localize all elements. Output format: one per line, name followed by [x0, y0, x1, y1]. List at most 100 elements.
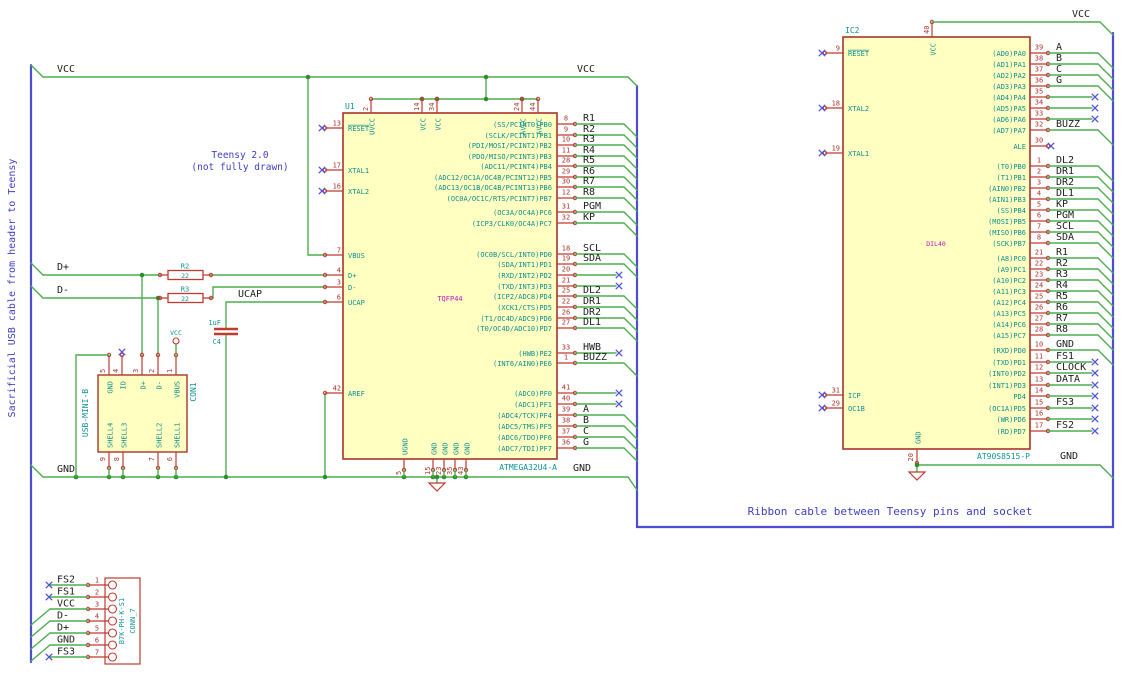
ic2-pin-number: 8	[1037, 234, 1041, 242]
net-label-d-: D-	[57, 611, 69, 622]
u1-pin-number: 43	[457, 467, 465, 475]
net-label-pgm: PGM	[1056, 210, 1074, 221]
ic2-pin-name: (AD7)PA7	[992, 127, 1026, 135]
ic2-pin-number: 14	[1035, 387, 1043, 395]
u1-pin-name: GND	[442, 442, 450, 455]
u1-pin-name: (SDA/INT1)PD1	[497, 261, 552, 269]
net-label-sda: SDA	[1056, 232, 1074, 243]
ic2-pin-number: 30	[1035, 137, 1043, 145]
ic2-pin-number: 21	[1035, 249, 1043, 257]
net-label-ucap: UCAP	[238, 289, 262, 300]
ic2-pin-name: (T1)PB1	[996, 174, 1026, 182]
ic2-footprint: DIL40	[926, 240, 946, 248]
u1-pin-name: (ADC4/TCK)PF4	[497, 412, 552, 420]
u1-pin-name: UCAP	[348, 299, 365, 307]
ic2-pin-name: XTAL2	[848, 105, 869, 113]
net-label-fs3: FS3	[57, 647, 75, 658]
ic2-pin-name: (AD5)PA5	[992, 105, 1026, 113]
net-label-vcc: VCC	[577, 64, 595, 75]
ic2-pin-number: 20	[907, 453, 915, 461]
ic2-pin-number: 24	[1035, 282, 1043, 290]
wire	[1047, 85, 1114, 102]
conn7-pin-pad	[107, 652, 118, 662]
net-label-dplus: D+	[57, 262, 69, 273]
net-label-b: B	[583, 415, 589, 426]
u1-pin-name: GND	[431, 442, 439, 455]
con1-pin-name: GND	[107, 381, 115, 394]
u1-pin-number: 23	[435, 467, 443, 475]
ic2-pin-number: 32	[1035, 121, 1043, 129]
ic2-pin-name: GND	[915, 431, 923, 444]
net-label-r6: R6	[1056, 302, 1068, 313]
u1-pin-number: 18	[562, 245, 570, 253]
ic2-pin-name: (TXD)PD1	[992, 359, 1026, 367]
u1-pin-number: 24	[513, 103, 521, 111]
u1-pin-number: 33	[562, 344, 570, 352]
ic2-pin-number: 2	[1037, 168, 1041, 176]
u1-pin-name: (ICP2/ADC8)PD4	[493, 293, 552, 301]
u1-pin-name: D-	[348, 284, 356, 292]
junction-dot	[305, 74, 311, 80]
ic2-pin-name: (INT1)PD3	[988, 382, 1026, 390]
ic2-pin-name: PD4	[1013, 393, 1026, 401]
ic2-pin-name: (OC1A)PD5	[988, 405, 1026, 413]
conn7-pin-number: 6	[95, 637, 99, 645]
u1-pin-number: 26	[562, 309, 570, 317]
note-teensy: (not fully drawn)	[191, 162, 288, 173]
ic2-pin-number: 27	[1035, 315, 1043, 323]
ic2-pin-name: (T0)PB0	[996, 163, 1026, 171]
net-label-vcc: VCC	[1072, 9, 1090, 20]
u1-pin-number: 44	[529, 103, 537, 111]
net-label-clock: CLOCK	[1056, 362, 1086, 373]
conn7-value: B7K-PH-K-S1	[118, 598, 126, 644]
con1-reference: CON1	[189, 382, 198, 401]
u1-pin-name: (XCK1/CTS)PD5	[497, 304, 552, 312]
ic2-value: AT90S8515-P	[977, 452, 1030, 461]
ic2-pin-number: 13	[1035, 376, 1043, 384]
ic2-pin-number: 33	[1035, 110, 1043, 118]
net-label-g: G	[1056, 75, 1062, 86]
schematic-page: Sacrificial USB cable from header to Tee…	[0, 0, 1131, 690]
wire	[916, 464, 1114, 479]
u1-pin-name: (ADC0)PF0	[514, 390, 552, 398]
con1-pin-name: D+	[140, 381, 148, 389]
u1-pin-name: (TXD/INT3)PD3	[497, 283, 552, 291]
u1-pin-name: (ADC1)PF1	[514, 401, 552, 409]
u1-pin-number: 38	[562, 417, 570, 425]
ic2-pin-number: 35	[1035, 88, 1043, 96]
wire	[1047, 129, 1114, 146]
ic2-pin-name: OC1B	[848, 405, 865, 413]
net-label-b: B	[1056, 53, 1062, 64]
ic2-pin-number: 10	[1035, 341, 1043, 349]
u1-pin-name: (ADC5/TMS)PF5	[497, 423, 552, 431]
u1-pin-number: 3	[337, 279, 341, 287]
ic2-pin-number: 34	[1035, 99, 1043, 107]
wire	[931, 21, 1114, 36]
net-label-r4: R4	[1056, 280, 1068, 291]
conn7-pin-number: 4	[95, 613, 99, 621]
u1-pin-number: 7	[337, 247, 341, 255]
net-label-dl2: DL2	[1056, 155, 1074, 166]
net-label-gnd: GND	[1060, 451, 1078, 462]
net-label-r7: R7	[1056, 313, 1068, 324]
net-label-a: A	[1056, 42, 1062, 53]
u1-pin-number: 16	[333, 183, 341, 191]
u1-pin-number: 5	[395, 471, 403, 475]
u1-pin-number: 37	[562, 428, 570, 436]
u1-pin-number: 21	[562, 277, 570, 285]
ic2-pin-number: 18	[832, 100, 840, 108]
ic2-pin-name: (AD0)PA0	[992, 50, 1026, 58]
ic2-pin-number: 25	[1035, 293, 1043, 301]
ground-symbol-icon	[427, 482, 447, 492]
note-ribbon-cable: Ribbon cable between Teensy pins and soc…	[748, 505, 1033, 518]
wire	[30, 285, 161, 299]
resistor-r2-reference: R2	[181, 263, 189, 271]
u1-pin-name: (OC3A/OC4A)PC6	[493, 209, 552, 217]
net-label-buzz: BUZZ	[1056, 119, 1080, 130]
net-label-c: C	[583, 426, 589, 437]
u1-pin-name: (ADC12/OC1A/OC4B/PCINT12)PB5	[434, 174, 552, 182]
net-label-pgm: PGM	[583, 201, 601, 212]
net-label-r8: R8	[583, 187, 595, 198]
conn7-pin-number: 5	[95, 625, 99, 633]
u1-pin-number: 19	[562, 255, 570, 263]
